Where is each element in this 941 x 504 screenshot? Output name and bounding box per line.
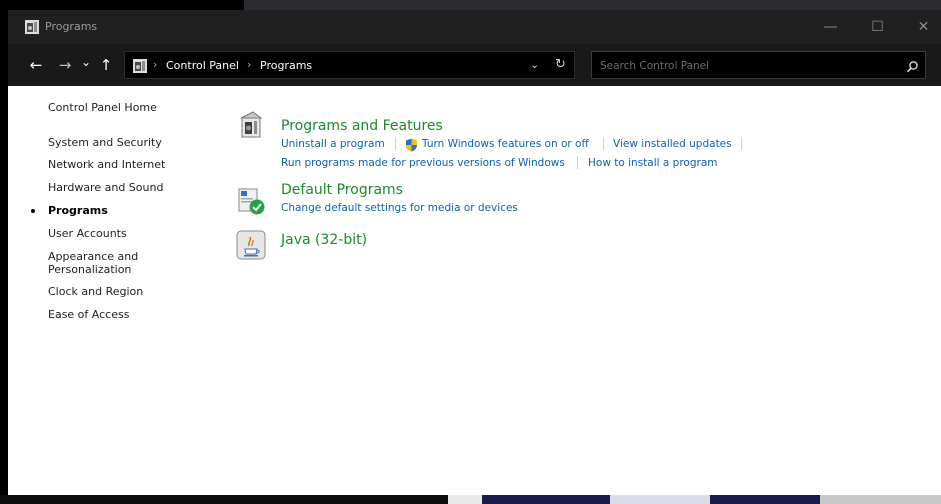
link-separator bbox=[577, 156, 578, 169]
shield-icon bbox=[405, 137, 418, 156]
run-older-programs-link[interactable]: Run programs made for previous versions … bbox=[281, 157, 565, 169]
breadcrumb-control-panel[interactable]: Control Panel bbox=[166, 59, 239, 72]
search-icon[interactable] bbox=[906, 58, 919, 77]
view-installed-updates-link[interactable]: View installed updates bbox=[613, 138, 732, 150]
programs-and-features-title[interactable]: Programs and Features bbox=[281, 118, 443, 134]
address-bar[interactable]: › Control Panel › Programs ⌄ ↻ bbox=[124, 51, 575, 79]
forward-button[interactable]: → bbox=[55, 53, 75, 77]
breadcrumb-separator[interactable]: › bbox=[247, 58, 251, 71]
title-bar[interactable]: Programs — ☐ ✕ bbox=[8, 10, 941, 44]
address-dropdown-icon[interactable]: ⌄ bbox=[530, 58, 539, 71]
up-button[interactable]: ↑ bbox=[96, 53, 116, 77]
control-panel-app-icon bbox=[25, 19, 39, 38]
link-separator bbox=[741, 137, 742, 150]
minimize-icon: — bbox=[823, 19, 838, 35]
sidebar-item-system-and-security[interactable]: System and Security bbox=[48, 136, 188, 149]
sidebar-item-network-and-internet[interactable]: Network and Internet bbox=[48, 158, 188, 171]
uninstall-program-link[interactable]: Uninstall a program bbox=[281, 138, 385, 150]
breadcrumb-separator[interactable]: › bbox=[153, 58, 157, 71]
back-arrow-icon: ← bbox=[29, 56, 43, 74]
sidebar-item-hardware-and-sound[interactable]: Hardware and Sound bbox=[48, 181, 188, 194]
turn-windows-features-link[interactable]: Turn Windows features on or off bbox=[422, 138, 589, 150]
java-icon[interactable] bbox=[235, 229, 267, 261]
sidebar-item-ease-of-access[interactable]: Ease of Access bbox=[48, 308, 188, 321]
back-button[interactable]: ← bbox=[26, 53, 46, 77]
chevron-down-icon: ⌄ bbox=[80, 55, 92, 69]
desktop-left-edge bbox=[0, 0, 8, 504]
up-arrow-icon: ↑ bbox=[99, 56, 113, 74]
how-to-install-program-link[interactable]: How to install a program bbox=[588, 157, 717, 169]
window-title: Programs bbox=[45, 20, 98, 33]
sidebar-item-control-panel-home[interactable]: Control Panel Home bbox=[48, 101, 188, 114]
desktop-top-edge bbox=[0, 0, 941, 10]
default-programs-icon[interactable] bbox=[235, 185, 267, 217]
search-box[interactable] bbox=[591, 51, 926, 79]
link-separator bbox=[603, 137, 604, 150]
java-title[interactable]: Java (32-bit) bbox=[281, 232, 367, 248]
desktop-bottom-edge bbox=[0, 495, 941, 504]
sidebar-item-appearance-and-personalization[interactable]: Appearance and Personalization bbox=[48, 250, 148, 276]
refresh-icon[interactable]: ↻ bbox=[555, 57, 566, 72]
close-icon: ✕ bbox=[917, 19, 930, 35]
sidebar-item-clock-and-region[interactable]: Clock and Region bbox=[48, 285, 188, 298]
close-button[interactable]: ✕ bbox=[900, 10, 941, 44]
control-panel-window: Programs — ☐ ✕ ← → ⌄ ↑ › Control Panel ›… bbox=[8, 10, 941, 495]
change-default-settings-link[interactable]: Change default settings for media or dev… bbox=[281, 202, 518, 214]
programs-features-icon[interactable] bbox=[235, 109, 267, 141]
link-separator bbox=[395, 137, 396, 150]
current-section-bullet bbox=[31, 209, 35, 213]
maximize-button[interactable]: ☐ bbox=[854, 10, 901, 44]
content-area: Control Panel Home System and Security N… bbox=[8, 86, 941, 495]
sidebar-item-programs[interactable]: Programs bbox=[48, 204, 188, 217]
minimize-button[interactable]: — bbox=[807, 10, 854, 44]
forward-arrow-icon: → bbox=[58, 56, 72, 74]
maximize-icon: ☐ bbox=[871, 19, 884, 35]
default-programs-title[interactable]: Default Programs bbox=[281, 182, 403, 198]
breadcrumb-programs[interactable]: Programs bbox=[260, 59, 312, 72]
search-input[interactable] bbox=[598, 57, 892, 75]
recent-locations-button[interactable]: ⌄ bbox=[79, 50, 93, 74]
navigation-bar: ← → ⌄ ↑ › Control Panel › Programs ⌄ ↻ S… bbox=[8, 44, 941, 86]
sidebar-item-user-accounts[interactable]: User Accounts bbox=[48, 227, 188, 240]
control-panel-small-icon bbox=[133, 58, 147, 77]
